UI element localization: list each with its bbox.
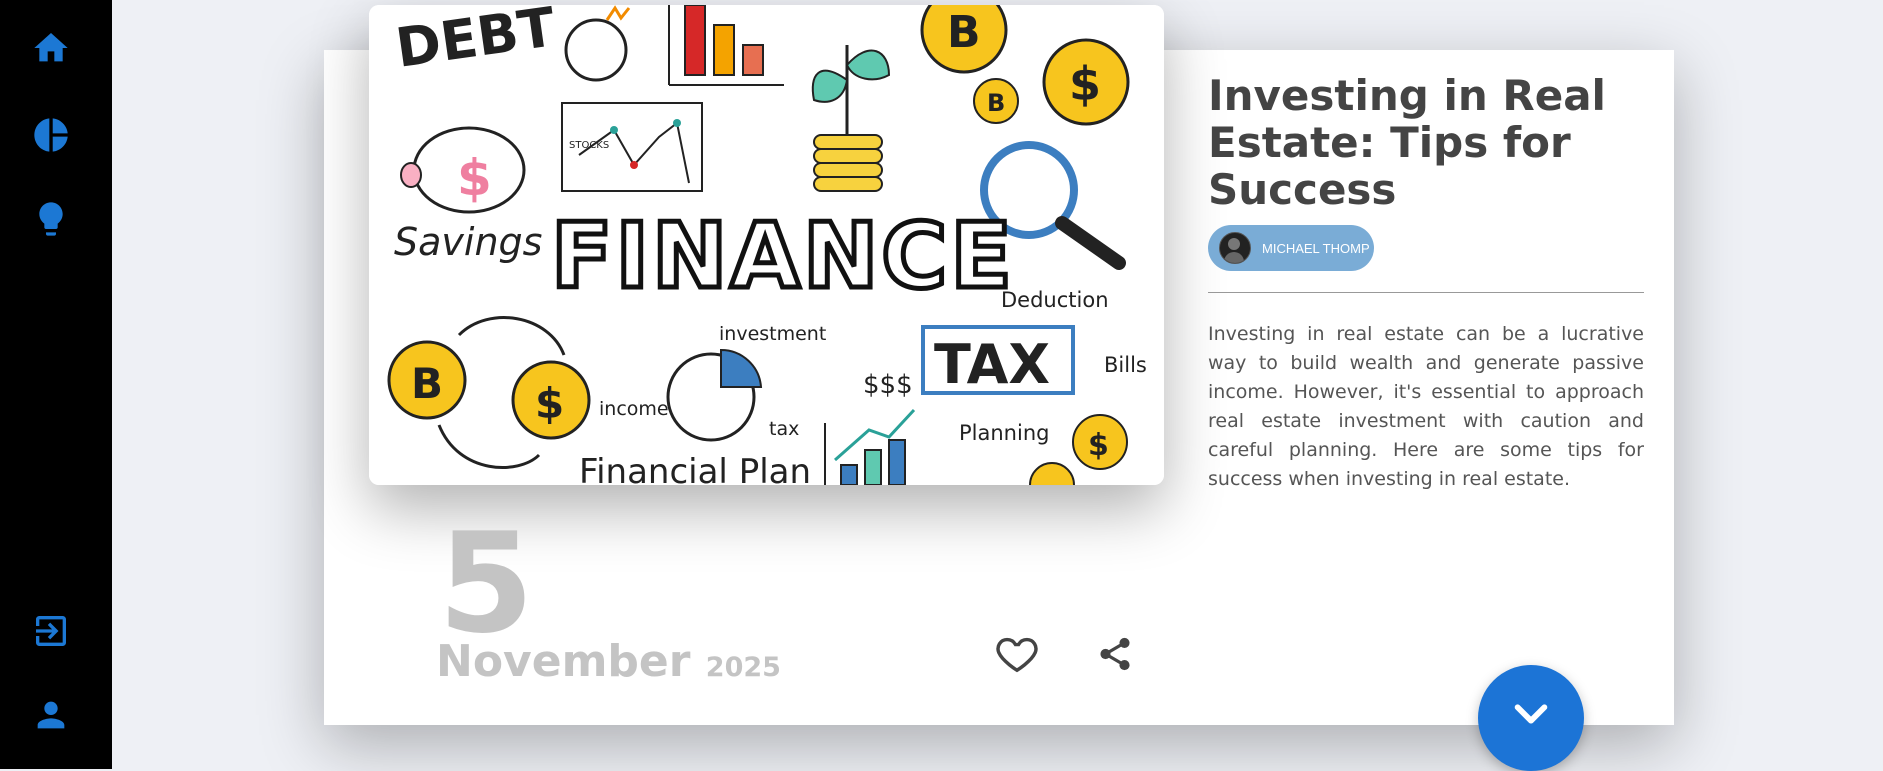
svg-text:Planning: Planning <box>959 421 1049 445</box>
svg-text:investment: investment <box>719 323 826 345</box>
svg-text:TAX: TAX <box>934 333 1050 396</box>
heart-icon <box>996 637 1038 673</box>
finance-word: FINANCE <box>551 204 1015 309</box>
date-year: 2025 <box>705 652 781 683</box>
home-icon[interactable] <box>29 26 73 70</box>
bomb-doodle <box>564 18 628 82</box>
svg-text:$: $ <box>1088 428 1109 463</box>
user-icon[interactable] <box>29 693 73 737</box>
hero-image: DEBT $ Savings STOCKS B $ B FINANCE B $ … <box>369 5 1164 485</box>
svg-text:$: $ <box>457 149 492 207</box>
expand-button[interactable] <box>1478 665 1584 771</box>
login-icon[interactable] <box>29 609 73 653</box>
svg-text:Deduction: Deduction <box>1001 288 1109 312</box>
sidebar <box>0 0 112 769</box>
svg-text:B: B <box>987 89 1005 117</box>
svg-text:STOCKS: STOCKS <box>569 140 609 151</box>
svg-text:B: B <box>411 359 443 408</box>
pie-chart-icon[interactable] <box>29 113 73 157</box>
chevron-down-icon <box>1514 704 1548 724</box>
financial-plan-word: Financial Plan <box>579 452 811 485</box>
svg-text:B: B <box>947 7 981 58</box>
share-icon <box>1100 637 1130 671</box>
avatar <box>1219 232 1251 264</box>
svg-text:tax: tax <box>769 418 799 440</box>
like-button[interactable] <box>994 630 1040 676</box>
date-month-year: November 2025 <box>436 640 781 684</box>
divider <box>1208 292 1644 293</box>
lightbulb-icon[interactable] <box>29 197 73 241</box>
stocks-chart-doodle: STOCKS <box>561 102 703 192</box>
author-badge[interactable]: MICHAEL THOMP <box>1208 225 1374 271</box>
post-title: Investing in Real Estate: Tips for Succe… <box>1208 71 1606 214</box>
svg-text:Bills: Bills <box>1104 353 1147 377</box>
author-name: MICHAEL THOMP <box>1262 240 1370 256</box>
share-button[interactable] <box>1096 635 1134 673</box>
date-month: November <box>436 636 691 687</box>
date-day: 5 <box>438 503 535 664</box>
post-excerpt: Investing in real estate can be a lucrat… <box>1208 323 1644 490</box>
dollars-word: $$$ <box>863 370 913 400</box>
svg-text:$: $ <box>1069 57 1101 111</box>
svg-text:income: income <box>599 398 669 420</box>
svg-text:$: $ <box>535 379 564 428</box>
savings-word: Savings <box>394 220 542 264</box>
